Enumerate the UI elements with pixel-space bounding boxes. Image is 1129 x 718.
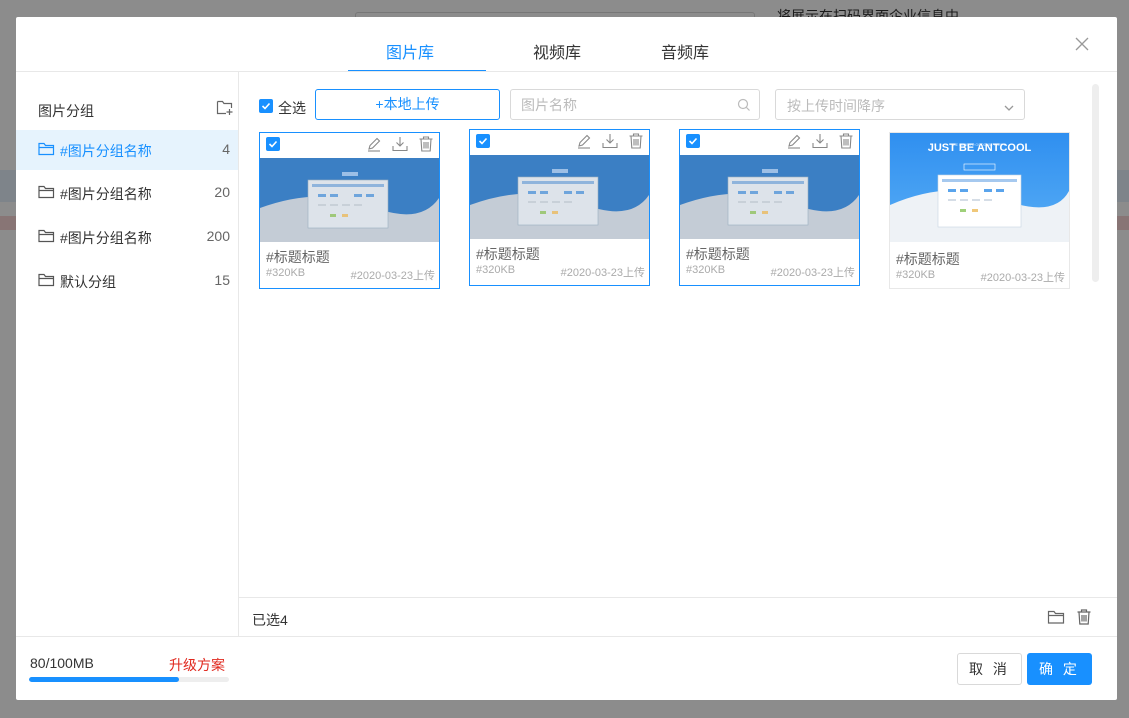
card-size: #320KB	[686, 264, 726, 276]
card-size: #320KB	[896, 269, 936, 281]
storage-usage-text: 80/100MB	[30, 655, 94, 671]
card-upload-date: #2020-03-23上传	[980, 272, 1065, 284]
group-sidebar: 图片分组 #图片分组名称 4 #图片分组名称 20 #图片分组名称 200 默认…	[16, 71, 239, 636]
sidebar-group-item[interactable]: #图片分组名称 4	[16, 130, 238, 170]
tab-audio[interactable]: 音频库	[661, 39, 709, 63]
library-tabs: 图片库 视频库 音频库	[16, 17, 1117, 73]
thumbnail-heading: JUST BE ANTCOOL	[927, 142, 1032, 154]
group-name: 默认分组	[60, 274, 116, 290]
group-name: #图片分组名称	[60, 143, 152, 159]
card-checkbox-checked-icon[interactable]	[266, 137, 280, 151]
group-count: 20	[214, 184, 230, 200]
image-thumbnail: BE SURE TO GOOD, BE HAPPY JUST BE ANTCOO…	[890, 133, 1069, 242]
image-card[interactable]: #标题标题 #320KB #2020-03-23上传	[259, 132, 440, 289]
media-library-dialog: 图片库 视频库 音频库 图片分组 #图片分组名称 4 #图片分组名称 20 #图…	[16, 17, 1117, 700]
folder-icon	[38, 273, 55, 287]
edit-icon[interactable]	[575, 132, 593, 150]
image-name-search-input[interactable]	[521, 95, 721, 115]
delete-icon[interactable]	[417, 135, 435, 153]
tab-videos[interactable]: 视频库	[533, 39, 581, 63]
storage-progress-bar	[29, 677, 229, 682]
image-card[interactable]: #标题标题 #320KB #2020-03-23上传	[679, 129, 860, 286]
group-count: 200	[206, 228, 230, 244]
local-upload-button[interactable]: +本地上传	[315, 89, 500, 120]
sidebar-group-item[interactable]: #图片分组名称 20	[16, 173, 238, 213]
download-icon[interactable]	[811, 132, 829, 150]
group-name: #图片分组名称	[60, 230, 152, 246]
card-upload-date: #2020-03-23上传	[560, 267, 645, 279]
folder-icon	[38, 229, 55, 243]
card-checkbox-checked-icon[interactable]	[686, 134, 700, 148]
selected-count: 已选4	[252, 612, 288, 628]
image-card[interactable]: #标题标题 #320KB #2020-03-23上传	[469, 129, 650, 286]
add-folder-icon[interactable]	[216, 98, 234, 116]
image-search-box	[510, 89, 760, 120]
card-tools	[361, 135, 435, 153]
confirm-button[interactable]: 确 定	[1027, 653, 1092, 685]
card-checkbox-checked-icon[interactable]	[476, 134, 490, 148]
folder-icon	[38, 185, 55, 199]
checkbox-checked-icon	[259, 99, 273, 113]
cancel-button[interactable]: 取 消	[957, 653, 1022, 685]
dialog-bottom-bar: 80/100MB 升级方案 取 消 确 定	[16, 636, 1117, 700]
folder-icon	[38, 142, 55, 156]
storage-progress-fill	[29, 677, 179, 682]
delete-selected-icon[interactable]	[1075, 608, 1093, 626]
card-title: #标题标题	[476, 246, 540, 262]
image-grid-panel: 全选 +本地上传 按上传时间降序	[239, 71, 1117, 636]
image-thumbnail	[470, 155, 649, 239]
upgrade-plan-link[interactable]: 升级方案	[169, 655, 225, 675]
group-count: 4	[222, 141, 230, 157]
delete-icon[interactable]	[837, 132, 855, 150]
card-tools	[781, 132, 855, 150]
delete-icon[interactable]	[627, 132, 645, 150]
group-count: 15	[214, 272, 230, 288]
image-thumbnail	[260, 158, 439, 242]
card-title: #标题标题	[686, 246, 750, 262]
card-title: #标题标题	[266, 249, 330, 265]
sort-order-value: 按上传时间降序	[787, 98, 885, 114]
image-thumbnail	[680, 155, 859, 239]
card-tools	[571, 132, 645, 150]
download-icon[interactable]	[391, 135, 409, 153]
download-icon[interactable]	[601, 132, 619, 150]
card-upload-date: #2020-03-23上传	[770, 267, 855, 279]
sidebar-group-item[interactable]: #图片分组名称 200	[16, 217, 238, 257]
card-title: #标题标题	[896, 251, 960, 267]
sort-order-select[interactable]: 按上传时间降序	[775, 89, 1025, 120]
edit-icon[interactable]	[365, 135, 383, 153]
card-size: #320KB	[266, 267, 306, 279]
image-card[interactable]: BE SURE TO GOOD, BE HAPPY JUST BE ANTCOO…	[889, 132, 1070, 289]
tab-images[interactable]: 图片库	[386, 39, 434, 63]
search-icon[interactable]	[737, 98, 751, 112]
sidebar-group-item[interactable]: 默认分组 15	[16, 261, 238, 301]
group-name: #图片分组名称	[60, 186, 152, 202]
vertical-scrollbar[interactable]	[1092, 84, 1099, 282]
card-upload-date: #2020-03-23上传	[350, 270, 435, 282]
close-icon[interactable]	[1074, 36, 1090, 52]
sidebar-title: 图片分组	[38, 103, 94, 119]
move-to-folder-icon[interactable]	[1047, 608, 1065, 626]
select-all-label: 全选	[278, 100, 306, 116]
card-size: #320KB	[476, 264, 516, 276]
chevron-down-icon	[1003, 100, 1015, 111]
selection-footer: 已选4	[239, 597, 1117, 637]
edit-icon[interactable]	[785, 132, 803, 150]
